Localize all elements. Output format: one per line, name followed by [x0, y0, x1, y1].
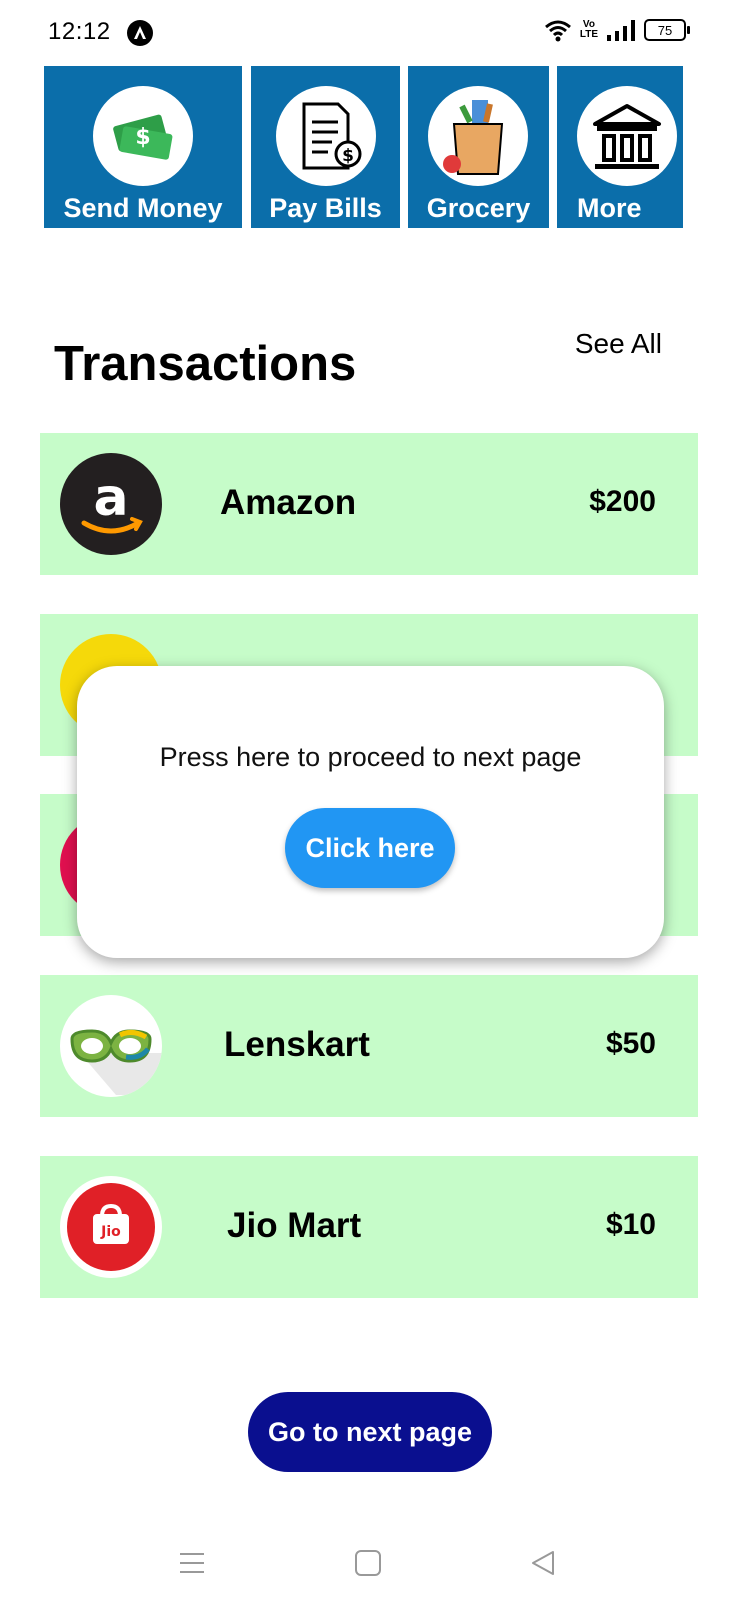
jiomart-logo-text: Jio — [100, 1224, 121, 1240]
proceed-dialog: Press here to proceed to next page Click… — [77, 666, 664, 958]
transaction-amount: $200 — [589, 485, 656, 518]
amazon-logo: a — [60, 453, 162, 555]
volte-icon: Vo LTE — [580, 20, 598, 40]
transactions-title: Transactions — [54, 337, 357, 391]
status-time: 12:12 — [48, 18, 111, 45]
app-notification-icon — [127, 20, 153, 46]
back-icon[interactable] — [527, 1548, 559, 1578]
transaction-name: Lenskart — [224, 1025, 370, 1064]
signal-icon — [606, 19, 636, 41]
go-to-next-page-button[interactable]: Go to next page — [248, 1392, 492, 1472]
transaction-name: Amazon — [220, 483, 357, 522]
volte-bottom: LTE — [579, 29, 598, 40]
wifi-icon — [544, 18, 572, 42]
svg-text:$: $ — [342, 146, 354, 166]
more-label: More — [577, 193, 642, 223]
send-money-label: Send Money — [63, 193, 223, 223]
jiomart-logo: Jio — [60, 1176, 162, 1278]
bill-icon: $ — [276, 86, 376, 186]
bank-icon — [577, 86, 677, 186]
lenskart-logo — [60, 995, 162, 1097]
transaction-row-jiomart[interactable]: Jio Jio Mart $10 — [40, 1156, 698, 1298]
transaction-name: Jio Mart — [227, 1206, 362, 1245]
transaction-amount: $10 — [605, 1208, 656, 1241]
amazon-logo-text: a — [93, 468, 128, 528]
pay-bills-label: Pay Bills — [269, 193, 382, 223]
transaction-row-lenskart[interactable]: Lenskart $50 — [40, 975, 698, 1117]
home-icon[interactable] — [352, 1548, 384, 1578]
dialog-message: Press here to proceed to next page — [159, 742, 582, 772]
grocery-label: Grocery — [426, 193, 531, 223]
send-money-button[interactable]: $ Send Money — [44, 66, 242, 228]
svg-text:$: $ — [135, 125, 150, 150]
battery-icon: 75 — [644, 19, 690, 41]
status-icons: Vo LTE 75 — [544, 18, 690, 42]
pay-bills-button[interactable]: $ Pay Bills — [251, 66, 400, 228]
battery-level: 75 — [657, 22, 673, 38]
status-bar: 12:12 Vo LTE 75 — [0, 0, 738, 62]
transaction-row-amazon[interactable]: a Amazon $200 — [40, 433, 698, 575]
click-here-button[interactable]: Click here — [285, 808, 455, 888]
menu-icon[interactable] — [176, 1548, 208, 1578]
grocery-button[interactable]: Grocery — [408, 66, 549, 228]
system-nav-bar — [0, 1510, 738, 1600]
grocery-bag-icon — [428, 86, 528, 186]
see-all-link[interactable]: See All — [575, 328, 662, 360]
money-icon: $ — [93, 86, 193, 186]
transaction-amount: $50 — [605, 1027, 656, 1060]
more-button[interactable]: More — [557, 66, 683, 228]
